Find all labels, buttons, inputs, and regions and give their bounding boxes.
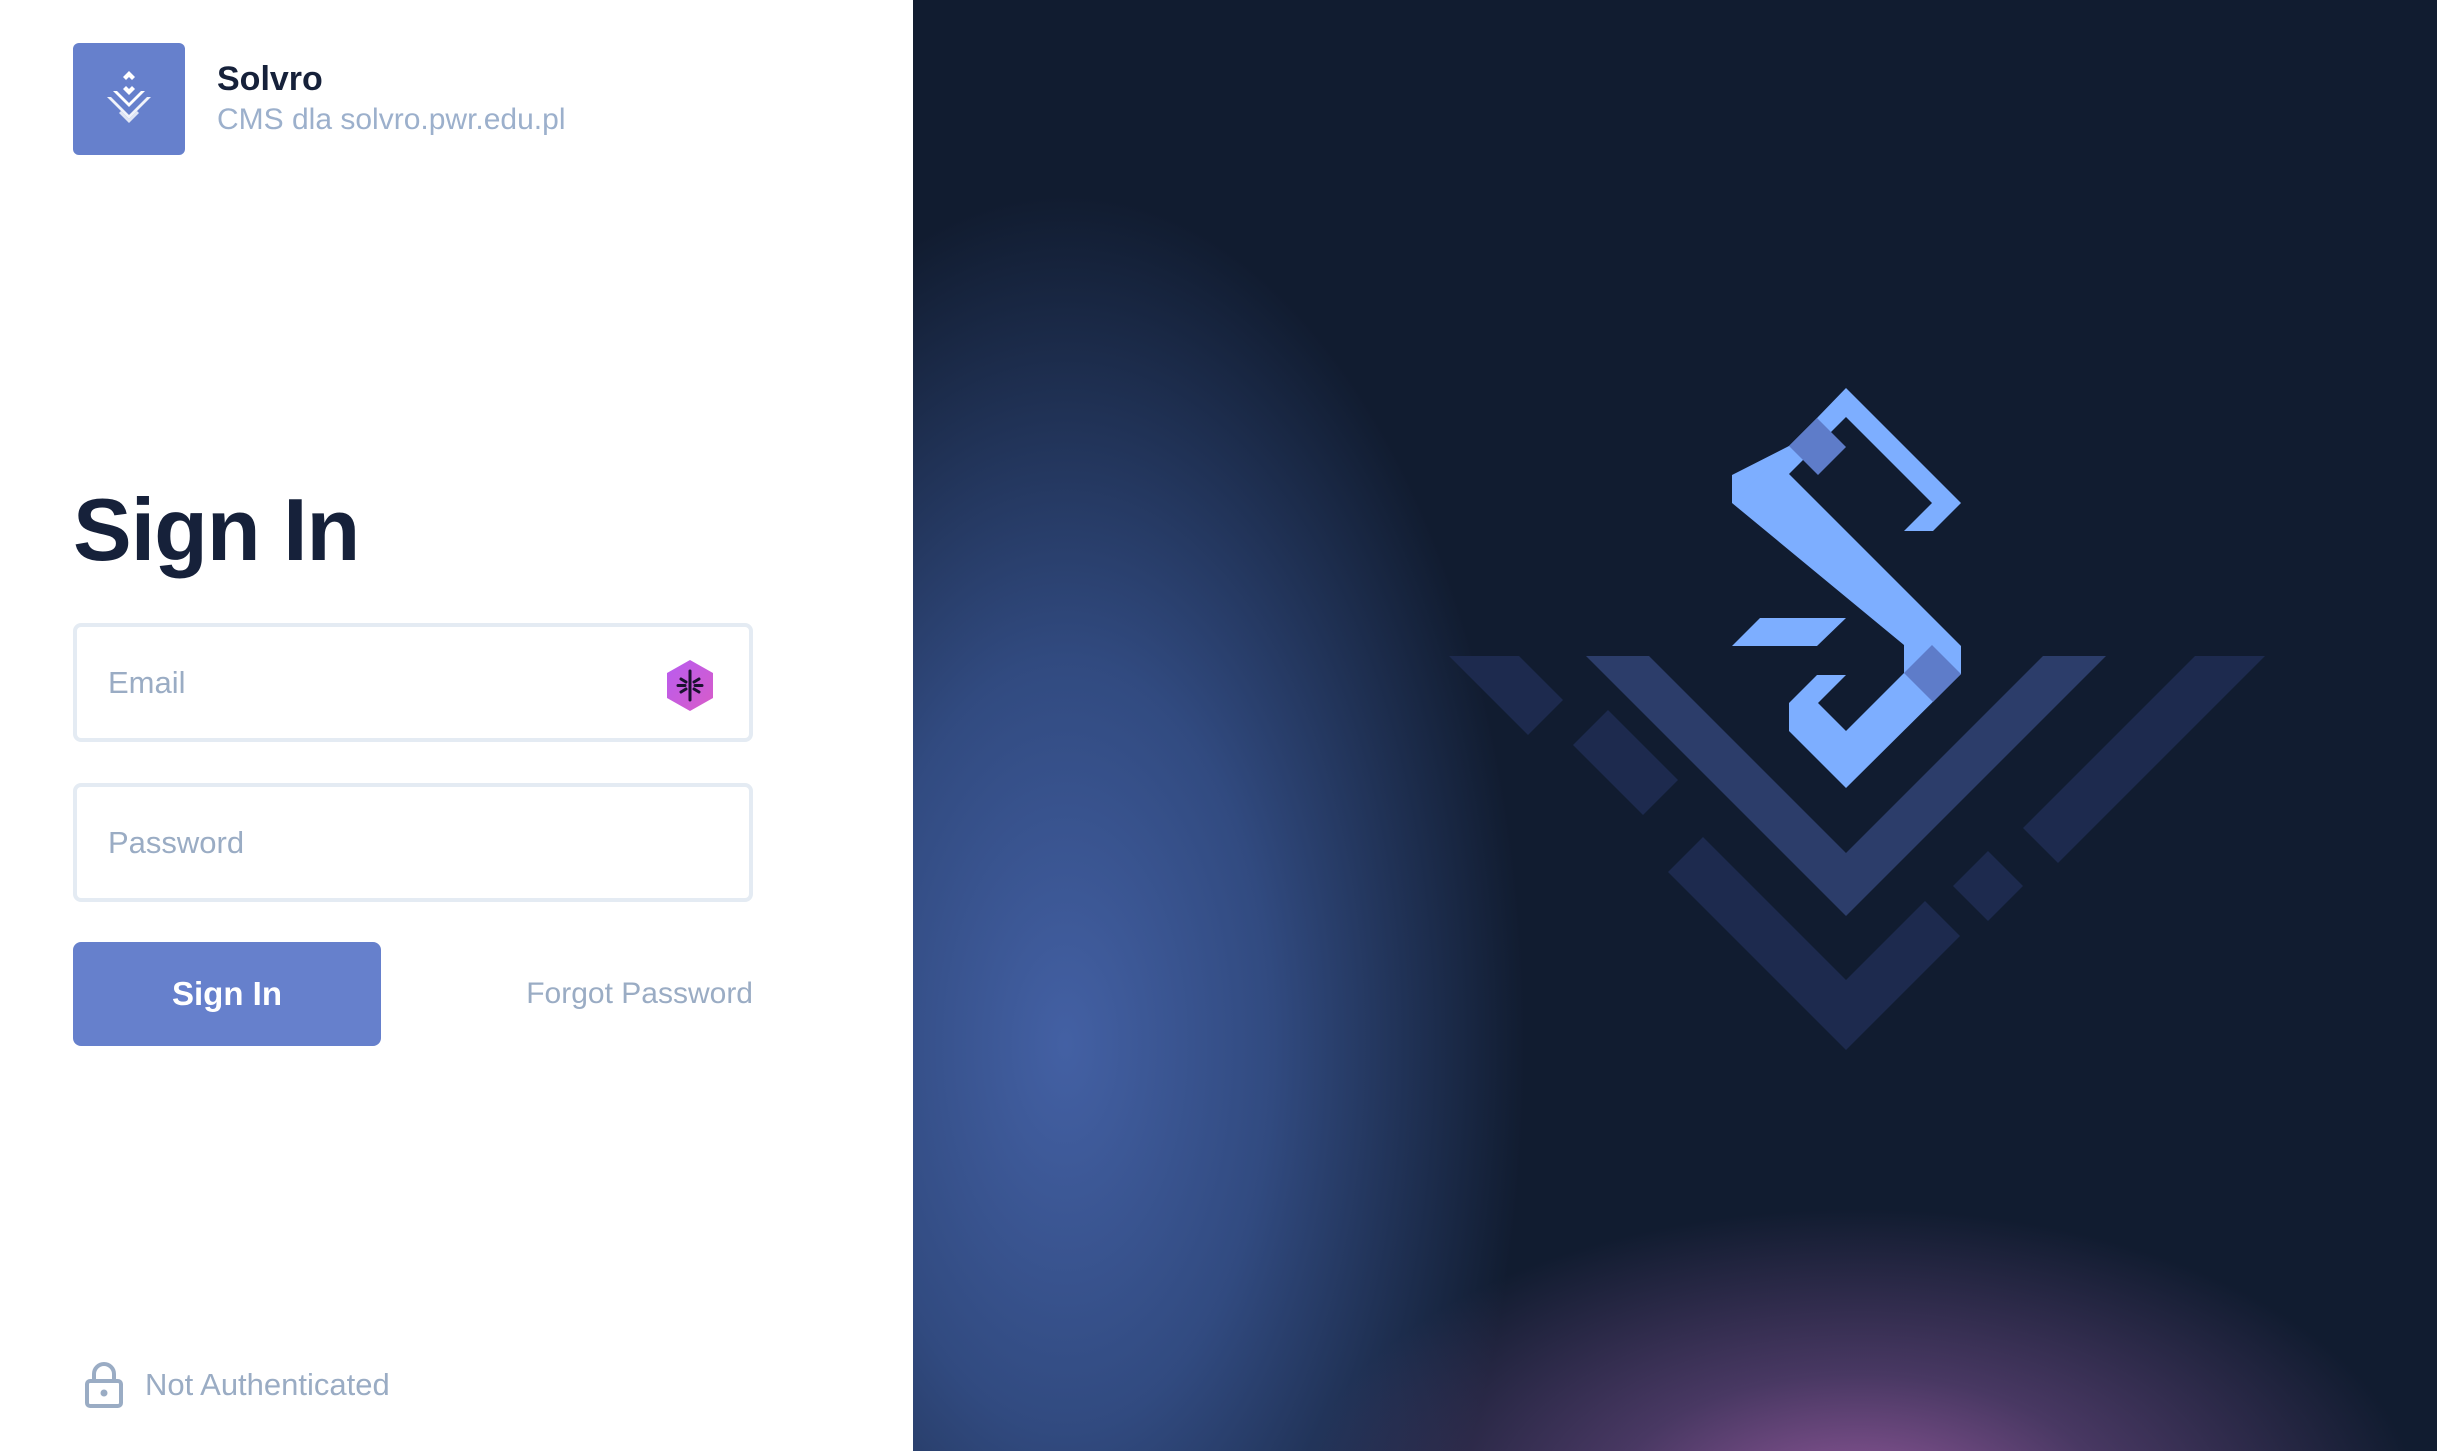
solvro-logo-icon	[73, 43, 185, 155]
password-manager-icon[interactable]	[664, 658, 716, 713]
forgot-password-link[interactable]: Forgot Password	[526, 972, 753, 1016]
page-title: Sign In	[73, 480, 360, 579]
lock-icon	[85, 1362, 123, 1408]
brand-subtitle: CMS dla solvro.pwr.edu.pl	[217, 103, 566, 136]
sign-in-panel: Solvro CMS dla solvro.pwr.edu.pl Sign In	[0, 0, 913, 1451]
brand-name: Solvro	[217, 60, 323, 98]
brand-header: Solvro CMS dla solvro.pwr.edu.pl	[73, 43, 566, 155]
auth-status: Not Authenticated	[84, 1362, 390, 1408]
password-field[interactable]	[73, 783, 753, 902]
email-input[interactable]	[77, 627, 749, 738]
hero-panel	[913, 0, 2437, 1451]
sign-in-page: Solvro CMS dla solvro.pwr.edu.pl Sign In	[0, 0, 2437, 1451]
brand-text: Solvro CMS dla solvro.pwr.edu.pl	[217, 58, 566, 140]
solvro-logo-icon	[1449, 388, 2265, 1050]
auth-status-text: Not Authenticated	[145, 1367, 390, 1402]
email-field[interactable]	[73, 623, 753, 742]
password-input[interactable]	[77, 787, 749, 898]
sign-in-button[interactable]: Sign In	[73, 942, 381, 1046]
